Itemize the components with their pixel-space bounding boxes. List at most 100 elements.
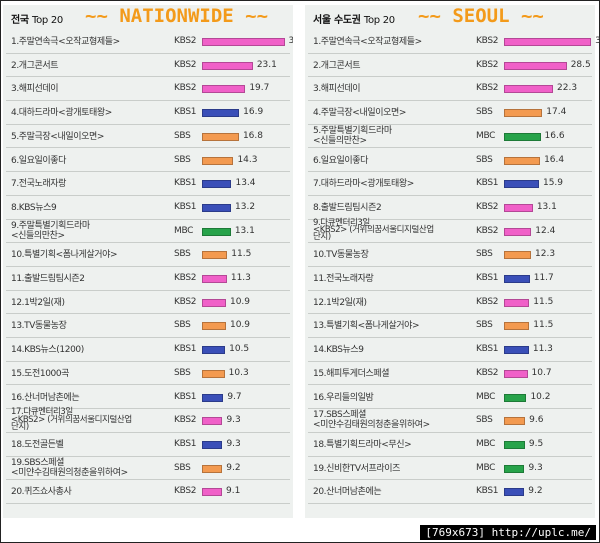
ranking-row: 15.도전1000곡 SBS 10.3 <box>6 362 290 386</box>
channel-label: KBS2 <box>476 201 499 212</box>
rating-value: 11.3 <box>532 344 553 355</box>
region-label: 전국 Top 20 <box>11 11 63 26</box>
program-title: 16.우리들의일밤 <box>313 392 374 403</box>
rating-value: 9.1 <box>226 486 241 497</box>
rating-value: 15.9 <box>542 178 564 189</box>
channel-label: SBS <box>476 154 493 165</box>
program-title: 1.주말연속극<오작교형제들> <box>11 37 120 47</box>
program-title: 12.1박2일(재) <box>11 297 65 308</box>
ranking-row: 4.주말극장<내일이오면> SBS 17.4 <box>308 101 592 125</box>
program-title: 5.주말특별기획드라마 <신들의만찬> <box>313 125 392 146</box>
channel-label: SBS <box>174 367 191 378</box>
channel-label: KBS1 <box>476 273 499 283</box>
program-title: 13.특별기획<폼나게살거야> <box>313 321 420 332</box>
panel-headline: ~~ SEOUL ~~ <box>418 5 544 27</box>
rating-value: 11.7 <box>533 273 554 283</box>
rating-bar <box>202 322 226 331</box>
ranking-row: 17.다큐멘터리3일 <KBS2> (거위의꿈서울디지털산업 단지) KBS2 9.… <box>6 408 290 433</box>
channel-label: SBS <box>174 130 191 141</box>
program-title: 18.도전골든벨 <box>11 439 64 450</box>
channel-label: MBC <box>476 438 496 449</box>
ranking-row: 16.산너머남촌에는 KBS1 9.7 <box>6 386 290 410</box>
ranking-row: 19.SBS스페셜 <미얀수김태원의청춘을위하여> SBS 9.2 <box>6 457 290 481</box>
channel-label: KBS2 <box>174 486 197 497</box>
region-sub: Top 20 <box>363 15 395 26</box>
rating-value: 12.3 <box>535 249 556 260</box>
ranking-row: 20.산너머남촌에는 KBS1 9.2 <box>308 480 592 504</box>
ranking-row: 18.특별기획드라마<무신> MBC 9.5 <box>308 433 592 457</box>
ranking-row: 13.특별기획<폼나게살거야> SBS 11.5 <box>308 314 592 339</box>
channel-label: KBS1 <box>476 178 499 189</box>
ranking-row: 8.출발드림팀시즌2 KBS2 13.1 <box>308 196 592 220</box>
rating-value: 10.7 <box>531 367 552 378</box>
rating-bar <box>504 109 543 118</box>
panel-headline: ~~ NATIONWIDE ~~ <box>85 5 269 27</box>
channel-label: KBS2 <box>476 225 499 236</box>
rating-bar <box>202 156 234 165</box>
rating-bar <box>504 85 554 94</box>
rating-bar <box>202 38 285 46</box>
channel-label: KBS2 <box>476 296 499 307</box>
rating-value: 11.5 <box>533 320 554 331</box>
rating-bar <box>504 203 533 212</box>
rating-value: 9.3 <box>226 438 241 449</box>
program-title: 10.TV동물농장 <box>313 250 369 261</box>
program-title: 19.SBS스페셜 <미얀수김태원의청춘을위하여> <box>11 457 128 478</box>
channel-label: SBS <box>476 249 493 260</box>
rating-value: 16.4 <box>544 154 565 165</box>
channel-label: KBS2 <box>174 415 197 426</box>
seoul-panel: 서울 수도권 Top 20 ~~ SEOUL ~~ 1.주말연속극<오작교형제들… <box>305 5 600 518</box>
ranking-row: 3.해피선데이 KBS2 22.3 <box>308 77 592 102</box>
program-title: 15.해피투게더스페셜 <box>313 368 390 379</box>
channel-label: KBS2 <box>476 59 499 70</box>
ranking-row: 8.KBS뉴스9 KBS1 13.2 <box>6 196 290 220</box>
program-title: 6.일요일이좋다 <box>11 155 67 166</box>
rating-bar <box>202 393 224 402</box>
program-title: 7.전국노래자랑 <box>11 179 67 190</box>
ranking-row: 1.주말연속극<오작교형제들>KBS237.5 <box>6 30 309 54</box>
program-title: 3.해피선데이 <box>11 84 59 95</box>
rating-value: 13.2 <box>235 201 256 212</box>
rating-bar <box>202 132 239 141</box>
program-title: 12.1박2일(재) <box>313 297 367 308</box>
channel-label: MBC <box>476 391 496 402</box>
channel-label: KBS1 <box>476 344 499 355</box>
ranking-row: 6.일요일이좋다 SBS 14.3 <box>6 149 290 173</box>
ranking-row: 13.TV동물농장 SBS 10.9 <box>6 314 290 339</box>
rating-bar <box>504 440 525 449</box>
rating-value: 10.3 <box>228 367 249 378</box>
channel-label: KBS1 <box>174 438 197 449</box>
rating-value: 14.3 <box>237 154 258 165</box>
program-title: 1.주말연속극<오작교형제들> <box>313 37 422 47</box>
rating-value: 19.7 <box>249 83 270 94</box>
rating-bar <box>202 251 228 260</box>
channel-label: KBS1 <box>174 201 197 212</box>
rating-value: 10.5 <box>229 344 250 355</box>
rating-bar <box>504 38 592 46</box>
program-title: 16.산너머남촌에는 <box>11 392 80 403</box>
channel-label: SBS <box>174 249 191 260</box>
ranking-row: 2.개그콘서트 KBS2 28.5 <box>308 54 592 78</box>
image-size-badge: [769x673] http://uplc.me/ <box>420 525 596 540</box>
rating-value: 9.7 <box>227 391 242 402</box>
rating-bar <box>504 132 541 141</box>
region-name: 전국 <box>11 15 29 26</box>
region-name: 서울 수도권 <box>313 15 361 26</box>
program-title: 20.퀴즈쇼사총사 <box>11 487 72 498</box>
rating-value: 10.9 <box>229 296 251 307</box>
program-title: 11.전국노래자랑 <box>313 274 374 284</box>
ranking-row: 7.전국노래자랑 KBS1 13.4 <box>6 172 290 196</box>
rating-value: 16.6 <box>544 130 565 141</box>
program-title: 10.특별기획<폼나게살거야> <box>11 250 118 261</box>
ranking-row: 9.다큐멘터리3일 <KBS2> (거위의꿈서울디지털산업 단지) KBS2 12.… <box>308 218 592 244</box>
rating-value: 13.1 <box>234 225 255 236</box>
rating-value: 22.3 <box>557 83 578 94</box>
rating-value: 16.8 <box>242 130 263 141</box>
ranking-row: 6.일요일이좋다 SBS 16.4 <box>308 149 592 173</box>
rating-bar <box>504 61 567 70</box>
region-sub: Top 20 <box>32 15 63 26</box>
channel-label: SBS <box>476 415 493 426</box>
rating-bar <box>202 227 231 236</box>
program-title: 4.대하드라마<광개토태왕> <box>11 108 112 119</box>
ranking-row: 11.전국노래자랑 KBS1 11.7 <box>308 267 592 291</box>
